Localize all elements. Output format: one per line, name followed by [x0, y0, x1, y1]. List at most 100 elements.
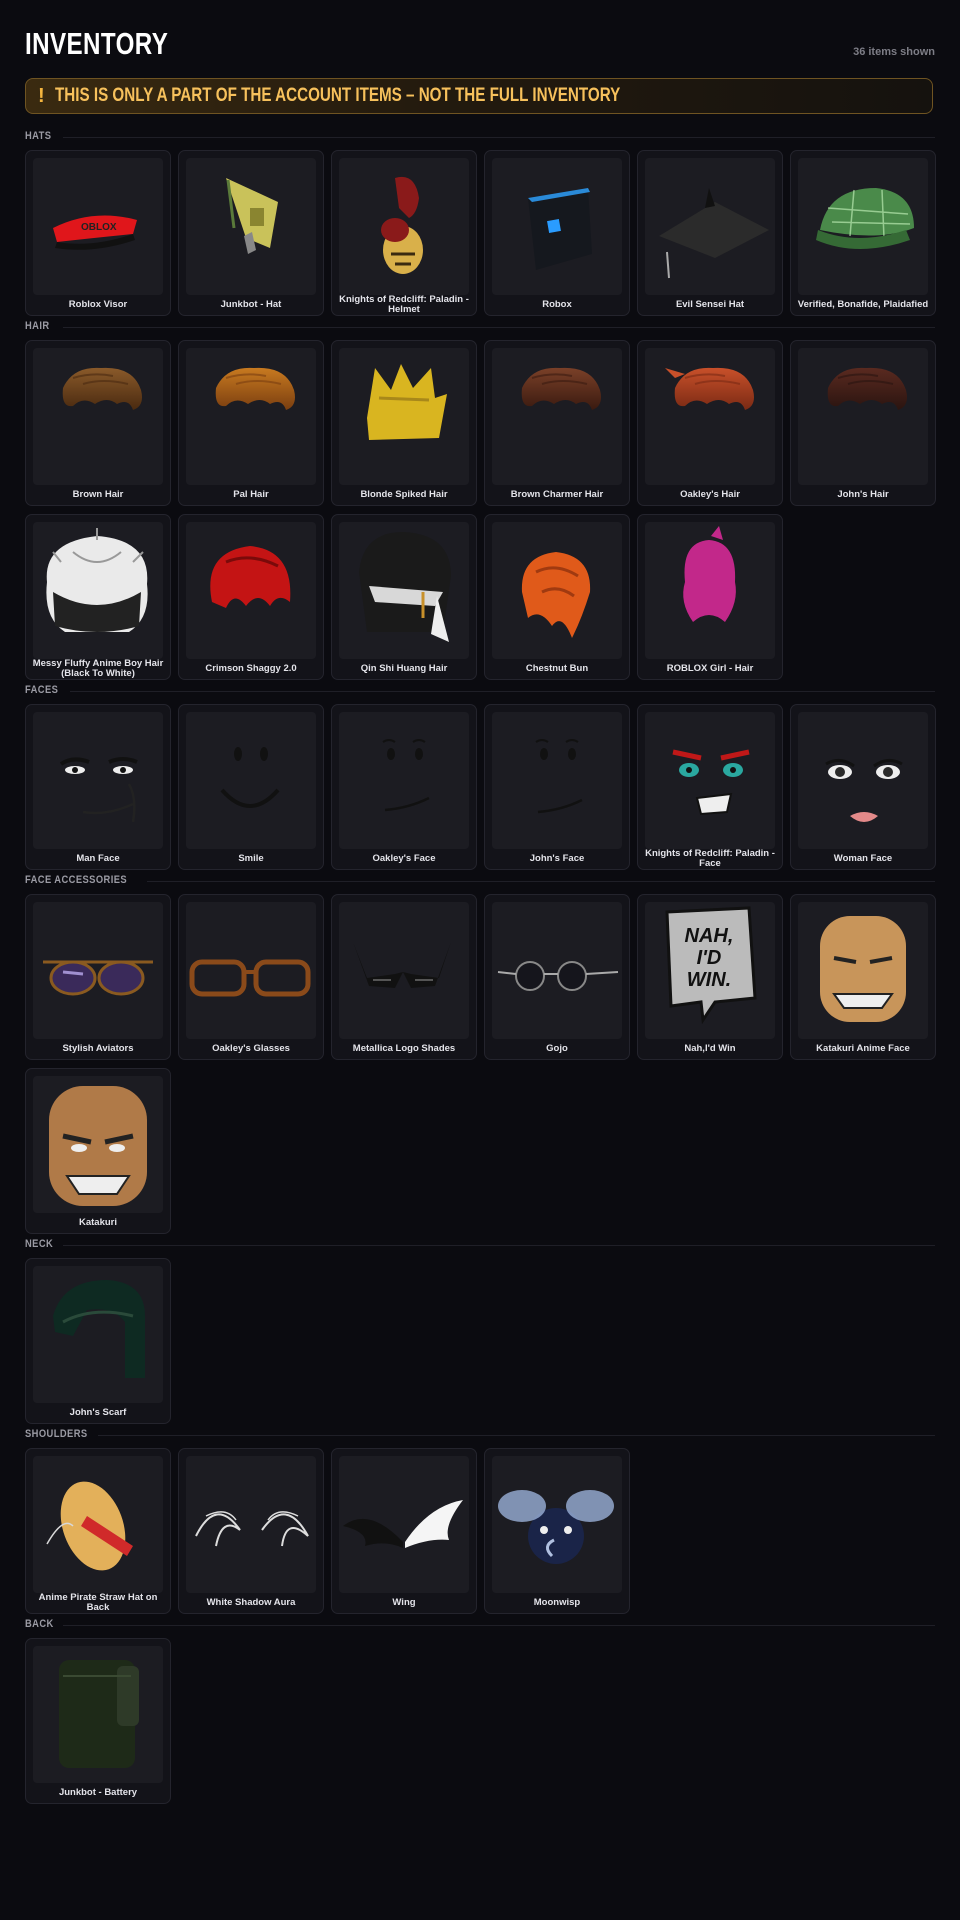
item-card[interactable]: Moonwisp [484, 1448, 630, 1614]
face-woman-icon [798, 712, 928, 849]
item-name: Chestnut Bun [525, 663, 589, 674]
item-name: Man Face [76, 853, 120, 864]
item-card[interactable]: John's Scarf [25, 1258, 171, 1424]
item-card[interactable]: Oakley's Face [331, 704, 477, 870]
item-card[interactable]: Katakuri [25, 1068, 171, 1234]
item-card[interactable]: Oakley's Hair [637, 340, 783, 506]
section-divider [147, 881, 935, 882]
item-card[interactable]: Oakley's Glasses [178, 894, 324, 1060]
item-card[interactable]: Pal Hair [178, 340, 324, 506]
item-card[interactable]: Stylish Aviators [25, 894, 171, 1060]
straw-hat-icon [33, 1456, 163, 1593]
item-card[interactable]: Wing [331, 1448, 477, 1614]
glasses-oakley-icon [186, 902, 316, 1039]
bubble-text: I'D [697, 947, 722, 969]
item-count: 36 items shown [853, 46, 935, 58]
item-card[interactable]: Katakuri Anime Face [790, 894, 936, 1060]
hair-john-icon [798, 348, 928, 485]
item-name: Smile [238, 853, 264, 864]
aviators-icon [33, 902, 163, 1039]
hair-brown-charmer-icon [492, 348, 622, 485]
sensei-hat-icon [645, 158, 775, 295]
battery-icon [33, 1646, 163, 1783]
item-card[interactable]: Chestnut Bun [484, 514, 630, 680]
item-card[interactable]: Gojo [484, 894, 630, 1060]
item-card[interactable]: Knights of Redcliff: Paladin - Helmet [331, 150, 477, 316]
moonwisp-icon [492, 1456, 622, 1593]
item-name: Robox [542, 299, 572, 310]
item-card[interactable]: Anime Pirate Straw Hat on Back [25, 1448, 171, 1614]
nah-id-win-icon: NAH, I'D WIN. [645, 902, 775, 1039]
section-divider [70, 691, 935, 692]
item-name: John's Scarf [69, 1407, 127, 1418]
item-card[interactable]: Crimson Shaggy 2.0 [178, 514, 324, 680]
metallica-shades-icon [339, 902, 469, 1039]
item-card[interactable]: Qin Shi Huang Hair [331, 514, 477, 680]
item-card[interactable]: Junkbot - Hat [178, 150, 324, 316]
face-smile-icon [186, 712, 316, 849]
item-card[interactable]: Knights of Redcliff: Paladin - Face [637, 704, 783, 870]
item-card[interactable]: Metallica Logo Shades [331, 894, 477, 1060]
item-card[interactable]: OBLOX Roblox Visor [25, 150, 171, 316]
paladin-helmet-icon [339, 158, 469, 295]
item-name: Woman Face [833, 853, 893, 864]
item-card[interactable]: NAH, I'D WIN. Nah,I'd Win [637, 894, 783, 1060]
item-card[interactable]: John's Face [484, 704, 630, 870]
item-name: Stylish Aviators [62, 1043, 134, 1054]
item-name: White Shadow Aura [206, 1597, 296, 1608]
item-name: Knights of Redcliff: Paladin - Face [645, 848, 775, 869]
section-label-hair: HAIR [25, 320, 50, 332]
item-name: Oakley's Hair [680, 489, 740, 500]
item-card[interactable]: Robox [484, 150, 630, 316]
item-card[interactable]: Brown Charmer Hair [484, 340, 630, 506]
item-name: Junkbot - Battery [58, 1787, 138, 1798]
item-name: Crimson Shaggy 2.0 [205, 663, 297, 674]
item-card[interactable]: Man Face [25, 704, 171, 870]
item-card[interactable]: White Shadow Aura [178, 1448, 324, 1614]
item-name: Wing [392, 1597, 416, 1608]
item-name: John's Face [529, 853, 585, 864]
item-card[interactable]: Junkbot - Battery [25, 1638, 171, 1804]
section-label-back: BACK [25, 1618, 54, 1630]
hair-chestnut-bun-icon [492, 522, 622, 659]
item-name: Metallica Logo Shades [352, 1043, 456, 1054]
item-name: Katakuri Anime Face [816, 1043, 910, 1054]
face-john-icon [492, 712, 622, 849]
face-oakley-icon [339, 712, 469, 849]
item-card[interactable]: Smile [178, 704, 324, 870]
item-name: Knights of Redcliff: Paladin - Helmet [339, 294, 469, 315]
item-card[interactable]: Verified, Bonafide, Plaidafied [790, 150, 936, 316]
item-name: Junkbot - Hat [220, 299, 282, 310]
item-card[interactable]: Messy Fluffy Anime Boy Hair (Black To Wh… [25, 514, 171, 680]
item-card[interactable]: Brown Hair [25, 340, 171, 506]
item-name: Brown Charmer Hair [510, 489, 604, 500]
item-card[interactable]: Woman Face [790, 704, 936, 870]
hair-qin-shi-huang-icon [339, 522, 469, 659]
item-name: Brown Hair [72, 489, 124, 500]
junkbot-hat-icon [186, 158, 316, 295]
item-name: Moonwisp [533, 1597, 581, 1608]
wing-icon [339, 1456, 469, 1593]
hair-roblox-girl-icon [645, 522, 775, 659]
section-label-neck: NECK [25, 1238, 54, 1250]
item-name: Oakley's Glasses [212, 1043, 290, 1054]
item-card[interactable]: John's Hair [790, 340, 936, 506]
hair-brown-icon [33, 348, 163, 485]
item-name: Verified, Bonafide, Plaidafied [797, 299, 929, 310]
item-name: Evil Sensei Hat [675, 299, 745, 310]
hair-blonde-spiked-icon [339, 348, 469, 485]
katakuri-mask-icon [33, 1076, 163, 1213]
item-name: Qin Shi Huang Hair [360, 663, 448, 674]
hair-crimson-shaggy-icon [186, 522, 316, 659]
item-card[interactable]: Evil Sensei Hat [637, 150, 783, 316]
gojo-glasses-icon [492, 902, 622, 1039]
section-divider [63, 1245, 935, 1246]
shadow-aura-icon [186, 1456, 316, 1593]
section-label-hats: HATS [25, 130, 52, 142]
item-card[interactable]: ROBLOX Girl - Hair [637, 514, 783, 680]
section-divider [63, 137, 935, 138]
item-card[interactable]: Blonde Spiked Hair [331, 340, 477, 506]
bubble-text: WIN. [687, 969, 731, 991]
page-title: INVENTORY [25, 26, 169, 61]
hair-oakley-icon [645, 348, 775, 485]
